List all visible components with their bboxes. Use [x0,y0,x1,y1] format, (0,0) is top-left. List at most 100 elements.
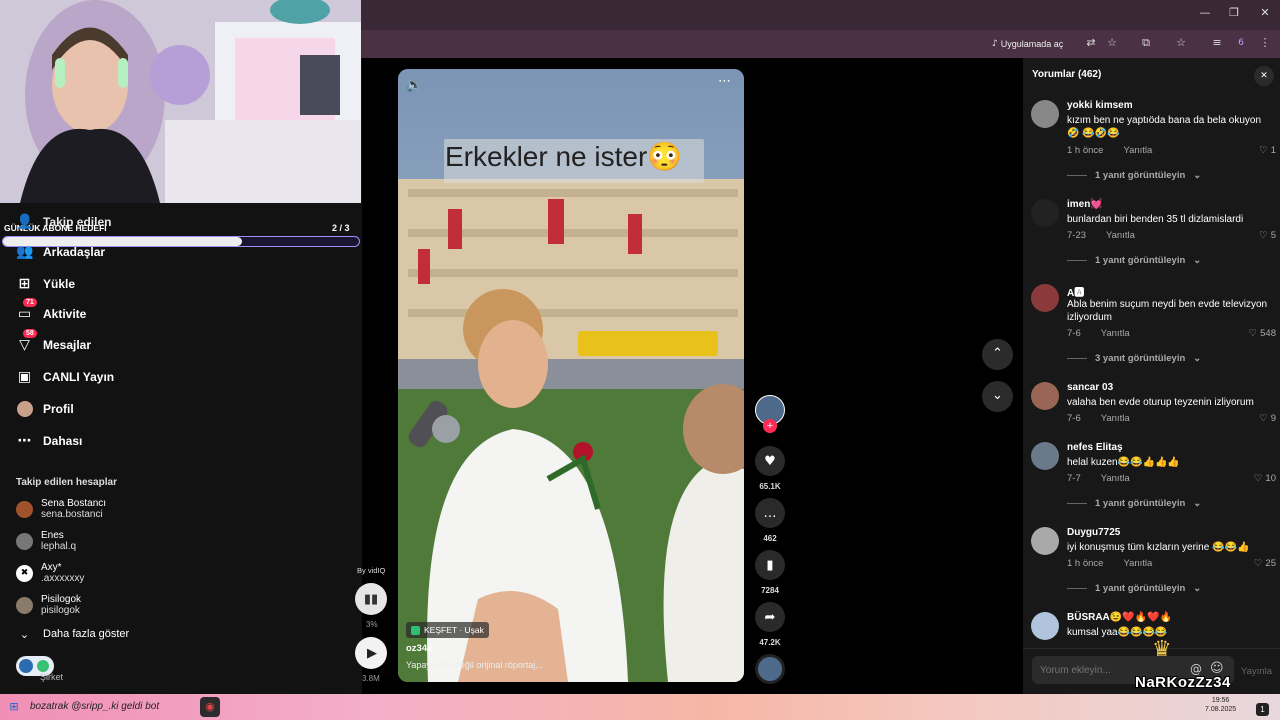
webcam-scene [0,0,361,203]
profile-badge[interactable]: 6 [1233,35,1249,51]
comments-title: Yorumlar (462) [1032,69,1102,80]
nav-activity[interactable]: ▭ 71 Aktivite [16,298,86,326]
more-options-icon[interactable]: ⋯ [718,74,731,89]
reply-button[interactable]: Yanıtla [1106,230,1135,241]
vidiq-by-label: By vidIQ [357,566,386,575]
save-action[interactable]: ▮ 7284 [755,550,785,595]
like-action[interactable]: ♥ 65.1K [755,446,785,491]
video-author[interactable]: oz34x [406,643,432,654]
followed-account[interactable]: Enes lephal.q [16,527,76,555]
heart-outline-icon[interactable]: ♡ [1259,145,1268,156]
avatar[interactable] [1031,442,1059,470]
follow-plus-button[interactable]: + [763,419,777,433]
share-action[interactable]: ➦ 47.2K [755,602,785,647]
comment-username[interactable]: sancar 03 [1067,382,1113,393]
view-replies-button[interactable]: 1 yanıt görüntüleyin ⌄ [1067,583,1201,594]
heart-outline-icon[interactable]: ♡ [1254,473,1263,484]
view-replies-label: 1 yanıt görüntüleyin [1095,255,1186,266]
heart-outline-icon[interactable]: ♡ [1259,230,1268,241]
play-icon: ▶ [367,645,377,661]
comment-bubble-icon[interactable]: … [755,498,785,528]
close-window-button[interactable]: ✕ [1250,6,1280,19]
vidiq-stats-button[interactable]: ▮▮ [355,583,387,615]
profile-avatar-icon [16,401,33,417]
extensions-icon[interactable]: ⧉ [1138,35,1154,51]
nav-live[interactable]: ▣ CANLI Yayın [16,365,114,389]
previous-video-button[interactable]: ⌃ [982,339,1013,370]
divider [1067,588,1087,589]
reply-button[interactable]: Yanıtla [1123,558,1152,569]
heart-outline-icon[interactable]: ♡ [1254,558,1263,569]
post-comment-button[interactable]: Yayınla [1241,666,1272,677]
translate-icon[interactable]: ⇄ [1083,35,1099,51]
bookmark-star-icon[interactable]: ☆ [1104,35,1120,51]
favorites-icon[interactable]: ☆ [1173,35,1189,51]
comment-username[interactable]: imen💓 [1067,199,1103,210]
bar-chart-icon: ▮▮ [363,591,379,607]
comment-username[interactable]: BÜSRAA😉❤️🔥❤️🔥 [1067,612,1172,623]
comment-username[interactable]: yokki kimsem [1067,100,1133,111]
nav-profile[interactable]: Profil [16,397,74,421]
heart-icon[interactable]: ♥ [755,446,785,476]
view-replies-button[interactable]: 1 yanıt görüntüleyin ⌄ [1067,498,1201,509]
play-button[interactable]: ▶ [355,637,387,669]
view-replies-button[interactable]: 3 yanıt görüntüleyin ⌄ [1067,353,1201,364]
users-icon: 👤 [16,214,34,230]
chrome-taskbar-icon[interactable]: ◉ [200,697,220,717]
account-handle: sena.bostanci [41,509,103,520]
share-arrow-icon[interactable]: ➦ [755,602,785,632]
nav-friends[interactable]: 👥 Arkadaşlar [16,240,105,264]
followed-account[interactable]: Sena Bostancı sena.bostanci [16,495,106,523]
chevron-down-icon: ⌄ [19,627,30,641]
comment-username[interactable]: nefes Elitaş [1067,442,1123,453]
comment-item: Duygu7725 iyi konuşmuş tüm kızların yeri… [1031,527,1276,572]
chevron-up-icon: ⌃ [992,346,1003,361]
followed-account[interactable]: ✖ Axy* .axxxxxxy [16,559,84,587]
music-disc-icon[interactable] [755,654,785,684]
start-icon[interactable]: ⊞ [4,697,24,717]
minimize-button[interactable]: — [1190,6,1220,19]
avatar[interactable] [1031,284,1059,312]
comment-text: helal kuzen😂😂👍👍👍 [1067,457,1180,468]
video-player[interactable]: Erkekler ne ister😳 🔈 ⋯ KEŞFET · Uşak oz3… [398,69,744,682]
comment-action[interactable]: … 462 [755,498,785,543]
open-in-app-button[interactable]: ♪ Uygulamada aç [992,35,1063,53]
nav-more[interactable]: ⋯ Dahası [16,429,83,453]
notification-badge[interactable]: 1 [1256,703,1269,716]
view-replies-button[interactable]: 1 yanıt görüntüleyin ⌄ [1067,255,1201,266]
comment-username[interactable]: Duygu7725 [1067,527,1120,538]
close-comments-button[interactable]: ✕ [1254,66,1274,86]
media-queue-icon[interactable]: ≡ [1209,35,1225,51]
followed-account[interactable]: Pisilogok pisilogok [16,591,81,619]
avatar[interactable] [1031,612,1059,640]
avatar[interactable] [1031,199,1059,227]
company-link[interactable]: Şirket [40,672,63,682]
nav-messages[interactable]: ▽ 58 Mesajlar [16,329,91,357]
reply-button[interactable]: Yanıtla [1123,145,1152,156]
avatar[interactable] [1031,527,1059,555]
nav-upload-label: Yükle [43,277,76,291]
reply-button[interactable]: Yanıtla [1101,328,1130,339]
view-replies-button[interactable]: 1 yanıt görüntüleyin ⌄ [1067,170,1201,181]
next-video-button[interactable]: ⌄ [982,381,1013,412]
reply-button[interactable]: Yanıtla [1101,473,1130,484]
live-tv-icon: ▣ [17,369,32,385]
location-chip[interactable]: KEŞFET · Uşak [406,622,489,638]
reply-button[interactable]: Yanıtla [1101,413,1130,424]
avatar [16,500,33,518]
heart-outline-icon[interactable]: ♡ [1249,328,1258,339]
browser-menu-icon[interactable]: ⋮ [1257,35,1273,51]
nav-upload[interactable]: ⊞ Yükle [16,272,75,296]
comment-text: kızım ben ne yaptıöda bana da bela okuyo… [1067,115,1262,139]
volume-icon[interactable]: 🔈 [406,78,422,93]
bookmark-icon[interactable]: ▮ [755,550,785,580]
restore-button[interactable]: ❐ [1219,6,1249,19]
avatar[interactable] [1031,100,1059,128]
goal-count: 2 / 3 [332,223,350,233]
show-more-button[interactable]: ⌄ Daha fazla göster [16,622,129,646]
avatar[interactable] [1031,382,1059,410]
comment-username[interactable]: A🅰 [1067,284,1084,299]
comment-text: bunlardan biri benden 35 tl dizlamislard… [1067,214,1244,225]
nav-following[interactable]: 👤 Takip edilen [16,210,111,234]
heart-outline-icon[interactable]: ♡ [1259,413,1268,424]
